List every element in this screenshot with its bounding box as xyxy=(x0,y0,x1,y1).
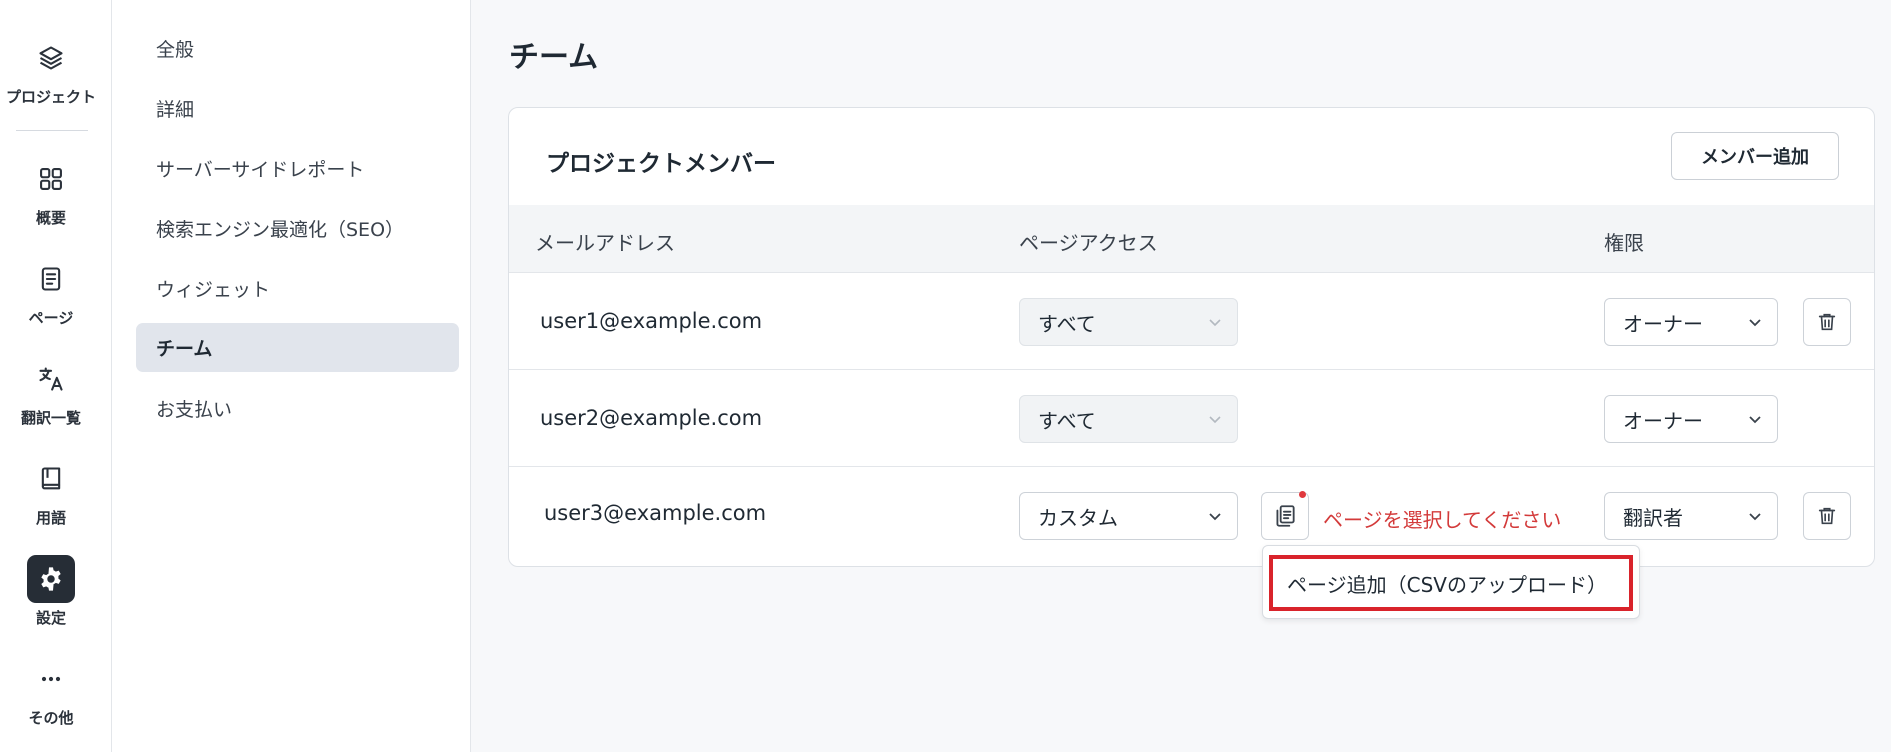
column-header-email: メールアドレス xyxy=(535,231,675,255)
rail-label-settings: 設定 xyxy=(35,609,66,627)
chevron-down-icon xyxy=(1749,416,1761,424)
menu-item-seo[interactable]: 検索エンジン最適化（SEO） xyxy=(136,204,459,253)
layers-icon xyxy=(27,34,75,82)
select-pages-button[interactable] xyxy=(1261,491,1309,540)
trash-icon xyxy=(1818,313,1836,331)
menu-item-details[interactable]: 詳細 xyxy=(136,84,459,133)
column-header-role: 権限 xyxy=(1604,231,1644,255)
table-row: user2@example.com すべて オーナー xyxy=(509,371,1874,467)
rail-label-overview: 概要 xyxy=(35,209,66,227)
rail-divider xyxy=(16,130,88,131)
menu-item-general[interactable]: 全般 xyxy=(136,24,459,73)
rail-item-project[interactable]: プロジェクト xyxy=(0,34,102,107)
table-header: メールアドレス ページアクセス 権限 xyxy=(509,205,1874,273)
role-select[interactable]: オーナー xyxy=(1604,298,1778,346)
rail-item-overview[interactable]: 概要 xyxy=(0,155,102,228)
rail-label-project: プロジェクト xyxy=(5,88,96,106)
page-selection-error: ページを選択してください xyxy=(1323,508,1562,532)
app-root: プロジェクト 概要 ページ 翻訳一覧 用語 設定 その他 全般 詳細 サーバーサ… xyxy=(0,0,1891,752)
rail-item-pages[interactable]: ページ xyxy=(0,255,102,328)
notification-dot xyxy=(1299,491,1306,498)
rail-item-settings[interactable]: 設定 xyxy=(0,555,102,628)
pages-popover-menu: ページ追加（CSVのアップロード） xyxy=(1262,545,1640,619)
delete-member-button[interactable] xyxy=(1803,492,1851,540)
add-member-button[interactable]: メンバー追加 xyxy=(1671,132,1839,180)
chevron-down-icon xyxy=(1209,513,1221,521)
page-access-select[interactable]: カスタム xyxy=(1019,492,1238,540)
chevron-down-icon xyxy=(1749,319,1761,327)
table-row: user1@example.com すべて オーナー xyxy=(509,274,1874,370)
rail-item-glossary[interactable]: 用語 xyxy=(0,455,102,528)
role-select[interactable]: 翻訳者 xyxy=(1604,492,1778,540)
column-header-page-access: ページアクセス xyxy=(1019,231,1158,255)
members-card: プロジェクトメンバー メンバー追加 メールアドレス ページアクセス 権限 use… xyxy=(508,107,1875,567)
page-access-value: カスタム xyxy=(1038,505,1118,530)
document-icon xyxy=(27,255,75,303)
delete-member-button[interactable] xyxy=(1803,298,1851,346)
menu-item-widget[interactable]: ウィジェット xyxy=(136,264,459,313)
copy-pages-icon xyxy=(1276,505,1295,527)
member-email: user3@example.com xyxy=(544,501,767,525)
member-email: user1@example.com xyxy=(540,309,763,333)
grid-icon xyxy=(27,155,75,203)
gear-icon xyxy=(27,555,75,603)
icon-rail: プロジェクト 概要 ページ 翻訳一覧 用語 設定 その他 xyxy=(0,0,112,752)
rail-label-translations: 翻訳一覧 xyxy=(20,409,81,427)
chevron-down-icon xyxy=(1209,319,1221,327)
rail-label-more: その他 xyxy=(28,709,74,727)
trash-icon xyxy=(1818,507,1836,525)
page-access-value: すべて xyxy=(1038,408,1096,433)
rail-item-translations[interactable]: 翻訳一覧 xyxy=(0,355,102,428)
role-select[interactable]: オーナー xyxy=(1604,395,1778,443)
rail-label-pages: ページ xyxy=(28,309,74,327)
page-access-value: すべて xyxy=(1038,311,1096,336)
page-access-select[interactable]: すべて xyxy=(1019,298,1238,346)
table-row: user3@example.com カスタム ページを選択してください 翻訳者 xyxy=(509,468,1874,564)
rail-item-more[interactable]: その他 xyxy=(0,655,102,728)
book-icon xyxy=(27,455,75,503)
role-value: 翻訳者 xyxy=(1623,505,1683,530)
card-title: プロジェクトメンバー xyxy=(546,151,776,177)
role-value: オーナー xyxy=(1623,408,1703,433)
page-access-select[interactable]: すべて xyxy=(1019,395,1238,443)
chevron-down-icon xyxy=(1749,513,1761,521)
menu-item-billing[interactable]: お支払い xyxy=(136,384,459,433)
translate-icon xyxy=(27,355,75,403)
menu-item-team[interactable]: チーム xyxy=(136,323,459,372)
chevron-down-icon xyxy=(1209,416,1221,424)
more-icon xyxy=(27,655,75,703)
settings-menu: 全般 詳細 サーバーサイドレポート 検索エンジン最適化（SEO） ウィジェット … xyxy=(112,0,471,752)
menu-item-server-side-report[interactable]: サーバーサイドレポート xyxy=(136,144,459,193)
page-title: チーム xyxy=(509,40,599,75)
role-value: オーナー xyxy=(1623,311,1703,336)
member-email: user2@example.com xyxy=(540,406,763,430)
rail-label-glossary: 用語 xyxy=(35,509,66,527)
add-pages-csv-upload-option[interactable]: ページ追加（CSVのアップロード） xyxy=(1269,555,1633,611)
